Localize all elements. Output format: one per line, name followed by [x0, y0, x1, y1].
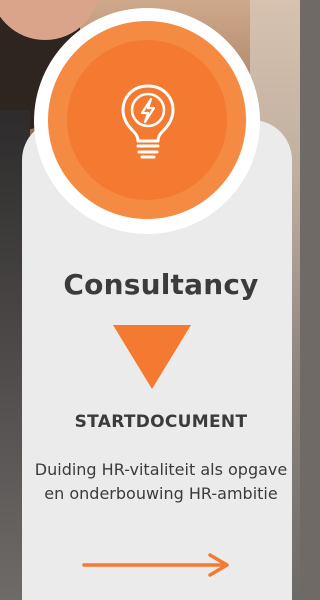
triangle-down-icon — [113, 325, 191, 389]
card-subtitle: STARTDOCUMENT — [74, 412, 248, 432]
arrow-right-icon[interactable] — [82, 553, 232, 577]
card-description: Duiding HR-vitaliteit als opgave en onde… — [34, 460, 288, 503]
card-title: Consultancy — [63, 268, 259, 301]
lightbulb-icon — [121, 84, 175, 159]
